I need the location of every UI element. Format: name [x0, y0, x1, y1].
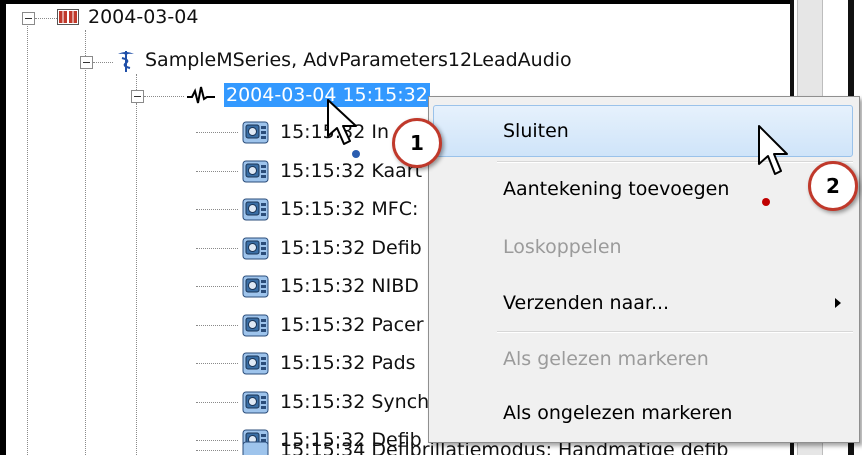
recorder-icon: [242, 441, 269, 455]
recorder-icon: [242, 314, 269, 337]
tree-connector: [136, 74, 137, 90]
mouse-cursor-icon: [327, 99, 357, 145]
menu-item-als-ongelezen-markeren[interactable]: Als ongelezen markeren: [433, 387, 853, 439]
collapse-toggle-patient[interactable]: [80, 56, 93, 69]
tree-connector: [27, 24, 28, 455]
collapse-toggle-date[interactable]: [22, 12, 35, 25]
tree-connector: [85, 30, 86, 56]
calendar-icon: [57, 9, 79, 25]
recorder-icon: [242, 275, 269, 298]
hand-cursor-icon: [758, 125, 788, 175]
patient-node-label[interactable]: SampleMSeries, AdvParameters12LeadAudio: [145, 48, 572, 72]
event-node-label[interactable]: 15:15:32 Synch: [280, 390, 429, 414]
click-point-marker: [352, 150, 360, 158]
step-callout-1: 1: [392, 118, 442, 168]
step-callout-2: 2: [808, 161, 858, 211]
tree-connector: [196, 132, 238, 133]
recorder-icon: [242, 121, 269, 144]
menu-item-label: Sluiten: [503, 120, 569, 142]
context-menu: Sluiten Aantekening toevoegen Loskoppele…: [428, 96, 860, 443]
menu-item-label: Als ongelezen markeren: [503, 402, 733, 424]
tree-connector: [196, 171, 238, 172]
recorder-icon: [242, 198, 269, 221]
menu-item-verzenden-naar[interactable]: Verzenden naar...: [433, 277, 853, 329]
window-border-top: [0, 0, 790, 4]
tree-connector: [35, 18, 57, 19]
collapse-toggle-session[interactable]: [131, 90, 144, 103]
tree-connector: [196, 248, 238, 249]
tree-connector: [196, 450, 238, 451]
menu-item-label: Aantekening toevoegen: [503, 178, 730, 200]
submenu-arrow-icon: [835, 298, 841, 308]
tree-connector: [196, 363, 238, 364]
event-node-label[interactable]: 15:15:32 Defib: [280, 236, 422, 260]
event-node-label[interactable]: 15:15:32 Pads: [280, 351, 416, 375]
tree-connector: [93, 62, 113, 63]
recorder-icon: [242, 391, 269, 414]
menu-item-loskoppelen: Loskoppelen: [433, 221, 853, 273]
window-border-left: [0, 0, 6, 455]
caduceus-icon: [118, 51, 134, 72]
tree-connector: [196, 286, 238, 287]
event-node-label[interactable]: 15:15:32 Pacer: [280, 313, 424, 337]
waveform-icon: [187, 86, 215, 104]
recorder-icon: [242, 160, 269, 183]
tree-connector: [196, 440, 238, 441]
menu-item-label: Loskoppelen: [503, 236, 622, 258]
event-node-label[interactable]: 15:15:32 MFC:: [280, 197, 418, 221]
menu-item-label: Verzenden naar...: [503, 292, 670, 314]
tree-connector: [136, 103, 137, 455]
tree-connector: [196, 209, 238, 210]
event-node-label[interactable]: 15:15:32 NIBD: [280, 274, 419, 298]
tree-connector: [85, 68, 86, 455]
click-point-marker: [762, 198, 770, 206]
tree-connector: [196, 402, 238, 403]
tree-connector: [196, 325, 238, 326]
recorder-icon: [242, 237, 269, 260]
recorder-icon: [242, 352, 269, 375]
menu-item-label: Als gelezen markeren: [503, 348, 709, 370]
application-window: 2004-03-04 SampleMSeries, AdvParameters1…: [0, 0, 862, 455]
tree-connector: [144, 96, 184, 97]
menu-item-als-gelezen-markeren: Als gelezen markeren: [433, 333, 853, 385]
date-node-label[interactable]: 2004-03-04: [88, 5, 198, 29]
